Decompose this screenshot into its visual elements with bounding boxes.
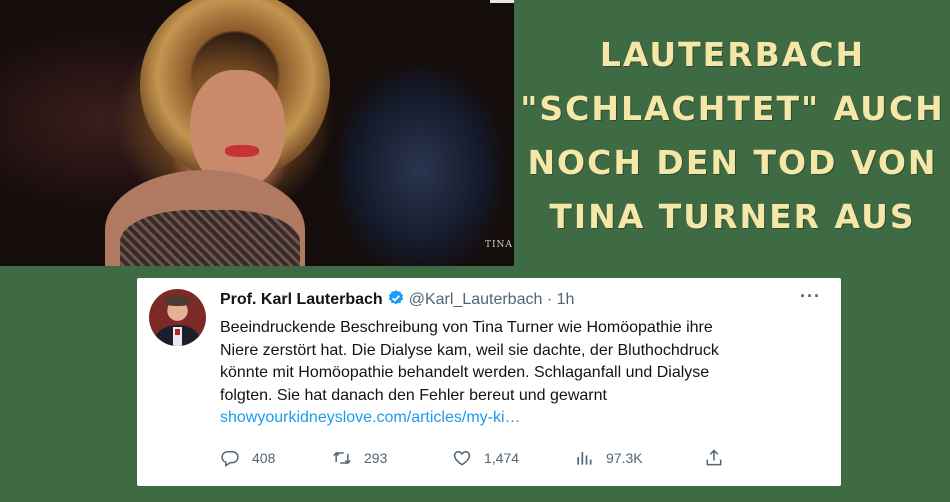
- avatar-hair: [165, 296, 190, 306]
- headline-line: NOCH DEN TOD VON: [527, 143, 938, 182]
- avatar-bowtie: [175, 329, 180, 335]
- tweet-text-line: könnte mit Homöopathie behandelt werden.…: [220, 364, 710, 381]
- singer-mouth: [225, 145, 259, 157]
- reply-count: 408: [252, 450, 276, 466]
- singer-dress: [120, 210, 300, 266]
- tweet-header: Prof. Karl Lauterbach @Karl_Lauterbach · …: [220, 289, 574, 309]
- share-icon: [706, 449, 722, 466]
- stage-light: [490, 0, 514, 3]
- tweet-text-line: Beeindruckende Beschreibung von Tina Tur…: [220, 319, 713, 336]
- tweet-text-line: folgten. Sie hat danach den Fehler bereu…: [220, 386, 607, 404]
- headline-line: "SCHLACHTET" AUCH: [520, 89, 945, 128]
- author-name[interactable]: Prof. Karl Lauterbach: [220, 291, 383, 308]
- tweet-card[interactable]: Prof. Karl Lauterbach @Karl_Lauterbach · …: [137, 278, 841, 486]
- headline-line: TINA TURNER AUS: [549, 197, 916, 236]
- headline: LAUTERBACH "SCHLACHTET" AUCH NOCH DEN TO…: [520, 28, 945, 244]
- views-count: 97.3K: [606, 450, 643, 466]
- views-button[interactable]: 97.3K: [574, 448, 643, 468]
- retweet-button[interactable]: 293: [332, 448, 387, 468]
- headline-line: LAUTERBACH: [599, 35, 866, 74]
- tweet-actions: 408 293 1,474 97.3K: [220, 448, 820, 470]
- verified-badge-icon: [387, 289, 405, 307]
- tina-turner-photo: TINA: [0, 0, 514, 266]
- retweet-icon: [333, 451, 351, 465]
- tweet-timestamp[interactable]: 1h: [557, 291, 575, 308]
- heart-icon: [453, 450, 471, 466]
- retweet-count: 293: [364, 450, 388, 466]
- header-separator: ·: [546, 291, 553, 308]
- avatar[interactable]: [149, 289, 206, 346]
- share-button[interactable]: [704, 448, 736, 468]
- tweet-link[interactable]: showyourkidneyslove.com/articles/my-ki…: [220, 407, 810, 430]
- author-handle[interactable]: @Karl_Lauterbach: [409, 291, 543, 308]
- reply-button[interactable]: 408: [220, 448, 275, 468]
- like-button[interactable]: 1,474: [452, 448, 519, 468]
- photo-watermark: TINA: [485, 240, 513, 250]
- reply-icon: [221, 450, 239, 467]
- more-options-icon[interactable]: ···: [800, 286, 821, 307]
- like-count: 1,474: [484, 450, 520, 466]
- tweet-text: Beeindruckende Beschreibung von Tina Tur…: [220, 317, 810, 430]
- tweet-text-line: Niere zerstört hat. Die Dialyse kam, wei…: [220, 341, 719, 359]
- views-icon: [577, 452, 592, 465]
